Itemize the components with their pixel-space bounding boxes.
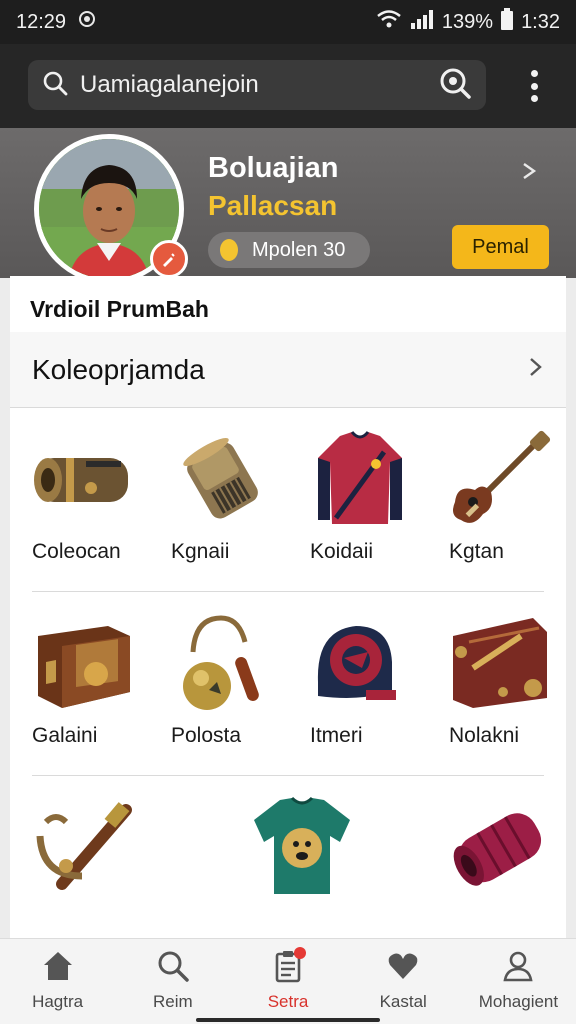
profile-banner: Boluajian Pallacsan Mpolen 30 Pemal: [0, 128, 576, 284]
collection-label: Koleoprjamda: [32, 353, 205, 385]
item-name: Koidaii: [310, 540, 374, 563]
wifi-icon: [376, 9, 402, 35]
home-icon: [41, 949, 75, 988]
coin-label: Mpolen 30: [252, 238, 346, 261]
wooden-chest-icon: [26, 612, 138, 712]
nav-setra[interactable]: Setra: [230, 939, 345, 1024]
item-row: Coleocan Kgnaii Koidaii Kgtan: [10, 408, 566, 592]
search-input[interactable]: Uamiagalanejoin: [28, 60, 486, 110]
coin-balance[interactable]: Mpolen 30: [208, 232, 370, 268]
battery-icon: [501, 8, 514, 36]
section-title: Vrdioil PrumBah: [30, 296, 209, 322]
grid-item[interactable]: Galaini: [10, 592, 149, 776]
item-name: Polosta: [171, 724, 242, 747]
item-name: Itmeri: [310, 724, 363, 747]
helmet-icon: [304, 612, 416, 712]
heart-icon: [386, 949, 420, 988]
red-jersey-icon: [304, 428, 416, 528]
search-icon: [42, 70, 68, 101]
nav-label: Reim: [152, 992, 193, 1011]
item-name: Kgtan: [449, 540, 504, 563]
guitar-icon: [443, 428, 555, 528]
nav-home[interactable]: Hagtra: [0, 939, 115, 1024]
grate-canister-icon: [165, 428, 277, 528]
item-name: Galaini: [32, 724, 98, 747]
bottom-nav: Hagtra Reim Setra Kastal Mohagient: [0, 938, 576, 1024]
profile-name: Boluajian: [208, 152, 339, 184]
nav-search[interactable]: Reim: [115, 939, 230, 1024]
nav-label: Hagtra: [32, 992, 84, 1011]
grid-item[interactable]: Coleocan: [10, 408, 149, 592]
grid-item[interactable]: Koidaii: [288, 408, 427, 592]
search-header: Uamiagalanejoin: [0, 44, 576, 128]
person-icon: [501, 949, 535, 988]
grid-item[interactable]: Polosta: [149, 592, 288, 776]
item-name: Coleocan: [32, 540, 121, 563]
grid-item[interactable]: [10, 776, 149, 960]
nav-label: Mohagient: [478, 992, 559, 1011]
more-vertical-icon[interactable]: [522, 66, 546, 106]
status-time: 12:29: [16, 10, 67, 33]
search-icon: [156, 949, 190, 988]
status-clock-right: 1:32: [521, 10, 560, 33]
status-bar: 12:29 139% 1:32: [0, 0, 576, 44]
maroon-cylinder-icon: [443, 796, 555, 896]
search-query: Uamiagalanejoin: [80, 71, 259, 98]
grid-item[interactable]: Kgnaii: [149, 408, 288, 592]
bell-whistle-icon: [165, 612, 277, 712]
collection-link[interactable]: Koleoprjamda: [10, 332, 566, 408]
nav-profile[interactable]: Mohagient: [461, 939, 576, 1024]
nav-kastal[interactable]: Kastal: [346, 939, 461, 1024]
pemal-button[interactable]: Pemal: [452, 225, 549, 269]
teal-shirt-icon: [246, 796, 358, 896]
profile-subtitle: Pallacsan: [208, 190, 338, 221]
nav-label: Setra: [267, 992, 309, 1011]
anchor-cannon-icon: [26, 796, 138, 896]
item-name: Nolakni: [449, 724, 520, 747]
content-card: Vrdioil PrumBah Koleoprjamda Coleocan Kg…: [10, 276, 566, 956]
notification-icon: [78, 10, 96, 34]
grid-item[interactable]: [427, 776, 566, 960]
item-row: [10, 776, 566, 960]
item-name: Kgnaii: [171, 540, 230, 563]
item-grid: Coleocan Kgnaii Koidaii Kgtan Galaini Po…: [10, 408, 566, 960]
grid-item[interactable]: [230, 776, 369, 960]
nav-label: Kastal: [379, 992, 427, 1011]
coin-icon: [220, 239, 238, 261]
chevron-right-icon: [528, 354, 544, 386]
leather-bag-icon: [443, 612, 555, 712]
grid-item[interactable]: Nolakni: [427, 592, 566, 776]
battery-percent: 139%: [441, 10, 494, 33]
item-row: Galaini Polosta Itmeri Nolakni: [10, 592, 566, 776]
signal-icon: [410, 9, 434, 35]
bronze-cylinder-icon: [26, 428, 138, 528]
grid-item[interactable]: Itmeri: [288, 592, 427, 776]
grid-item[interactable]: Kgtan: [427, 408, 566, 592]
chevron-right-icon[interactable]: [520, 158, 540, 189]
edit-badge-icon[interactable]: [150, 240, 188, 278]
lens-icon[interactable]: [438, 66, 472, 105]
home-indicator: [196, 1018, 380, 1022]
